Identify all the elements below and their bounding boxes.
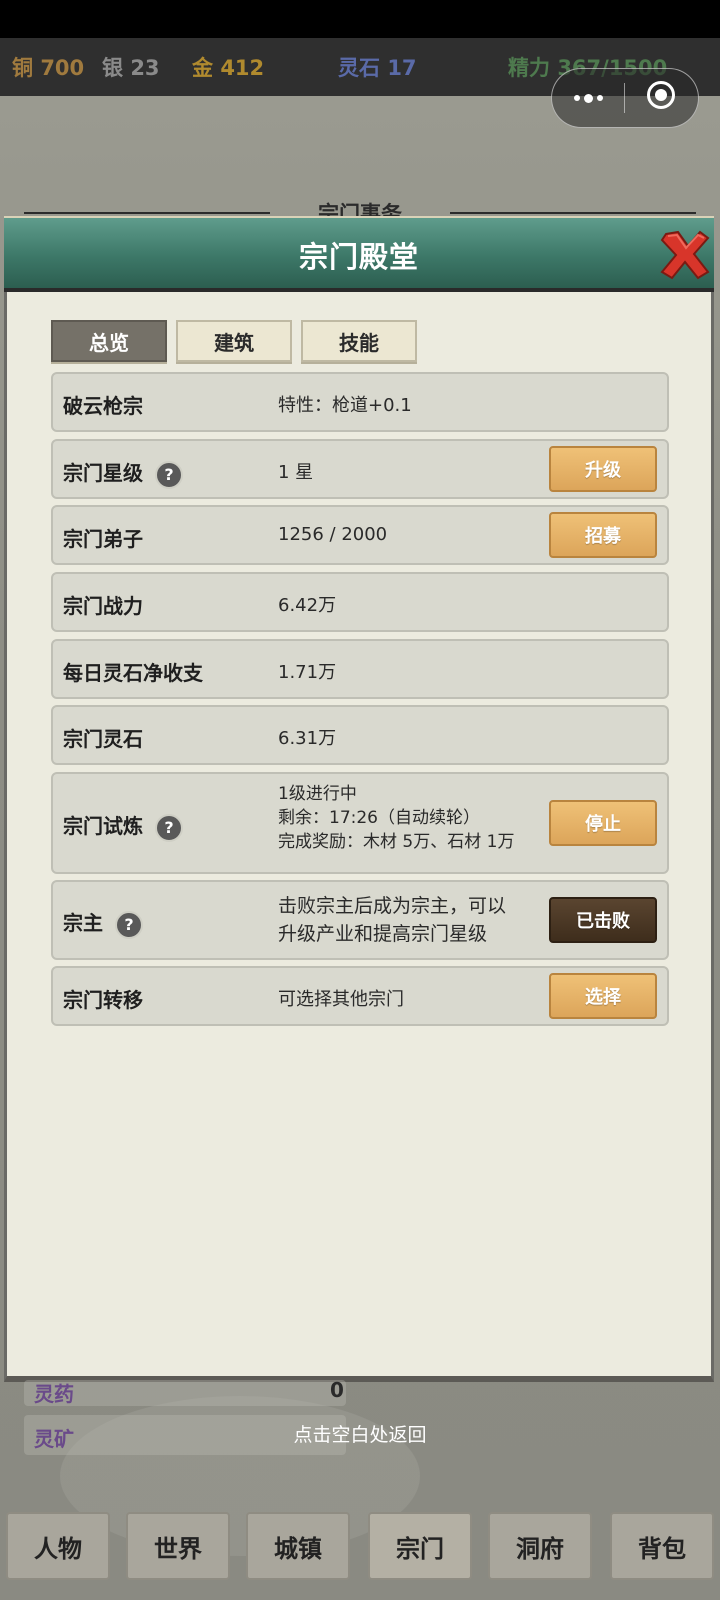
row-sect-star-level: 宗门星级? 1 星 升级 xyxy=(51,439,669,499)
row-sect-disciples: 宗门弟子 1256 / 2000 招募 xyxy=(51,505,669,565)
resource-gold: 金 412 xyxy=(192,56,265,80)
row-value: 击败宗主后成为宗主，可以 升级产业和提高宗门星级 xyxy=(278,895,507,945)
row-value: 6.31万 xyxy=(278,728,337,749)
row-label: 宗门战力 xyxy=(63,594,143,618)
capsule-divider xyxy=(624,83,625,113)
row-sect-spirit-stones: 宗门灵石 6.31万 xyxy=(51,705,669,765)
recruit-button[interactable]: 招募 xyxy=(549,512,657,558)
tab-skills[interactable]: 技能 xyxy=(301,320,417,362)
more-options-icon[interactable] xyxy=(570,89,606,107)
row-sect-transfer: 宗门转移 可选择其他宗门 选择 xyxy=(51,966,669,1026)
row-label: 每日灵石净收支 xyxy=(63,661,203,685)
stop-button[interactable]: 停止 xyxy=(549,800,657,846)
row-value: 可选择其他宗门 xyxy=(278,989,404,1010)
row-label: 宗门星级? xyxy=(63,457,183,489)
select-button[interactable]: 选择 xyxy=(549,973,657,1019)
row-value: 6.42万 xyxy=(278,595,337,616)
resource-spirit-stone: 灵石 17 xyxy=(338,56,417,80)
row-value: 特性：枪道+0.1 xyxy=(278,395,412,416)
modal-title: 宗门殿堂 xyxy=(298,240,419,274)
row-label: 破云枪宗 xyxy=(63,394,143,418)
row-value: 1.71万 xyxy=(278,662,337,683)
close-icon[interactable] xyxy=(658,228,710,280)
row-label: 宗主? xyxy=(63,907,143,939)
defeated-button[interactable]: 已击败 xyxy=(549,897,657,943)
nav-town[interactable]: 城镇 xyxy=(246,1512,350,1580)
tab-buildings[interactable]: 建筑 xyxy=(176,320,292,362)
row-label: 宗门灵石 xyxy=(63,727,143,751)
close-miniprogram-icon[interactable] xyxy=(647,81,675,109)
tab-overview[interactable]: 总览 xyxy=(51,320,167,362)
row-sect-name: 破云枪宗 特性：枪道+0.1 xyxy=(51,372,669,432)
resource-silver: 银 23 xyxy=(102,56,160,80)
row-value: 1 星 xyxy=(278,462,314,483)
row-daily-net-income: 每日灵石净收支 1.71万 xyxy=(51,639,669,699)
row-label: 宗门弟子 xyxy=(63,527,143,551)
upgrade-button[interactable]: 升级 xyxy=(549,446,657,492)
help-icon[interactable]: ? xyxy=(115,910,143,939)
resource-copper: 铜 700 xyxy=(12,56,85,80)
row-label: 宗门转移 xyxy=(63,988,143,1012)
help-icon[interactable]: ? xyxy=(155,813,183,842)
nav-world[interactable]: 世界 xyxy=(126,1512,230,1580)
row-value: 1256 / 2000 xyxy=(278,524,388,545)
row-sect-power: 宗门战力 6.42万 xyxy=(51,572,669,632)
help-icon[interactable]: ? xyxy=(155,460,183,489)
row-sect-trial: 宗门试炼? 1级进行中 剩余：17:26（自动续轮） 完成奖励：木材 5万、石材… xyxy=(51,772,669,874)
row-value: 1级进行中 剩余：17:26（自动续轮） 完成奖励：木材 5万、石材 1万 xyxy=(278,784,515,852)
miniprogram-capsule xyxy=(551,68,699,128)
nav-cave[interactable]: 洞府 xyxy=(488,1512,592,1580)
modal-header: 宗门殿堂 xyxy=(4,216,714,292)
list-item: 灵药 0 xyxy=(24,1378,346,1406)
row-sect-leader: 宗主? 击败宗主后成为宗主，可以 升级产业和提高宗门星级 已击败 xyxy=(51,880,669,960)
nav-sect[interactable]: 宗门 xyxy=(368,1512,472,1580)
nav-character[interactable]: 人物 xyxy=(6,1512,110,1580)
tap-to-return-hint[interactable]: 点击空白处返回 xyxy=(0,1420,720,1447)
status-bar xyxy=(0,0,720,38)
row-label: 宗门试炼? xyxy=(63,810,183,842)
nav-backpack[interactable]: 背包 xyxy=(610,1512,714,1580)
